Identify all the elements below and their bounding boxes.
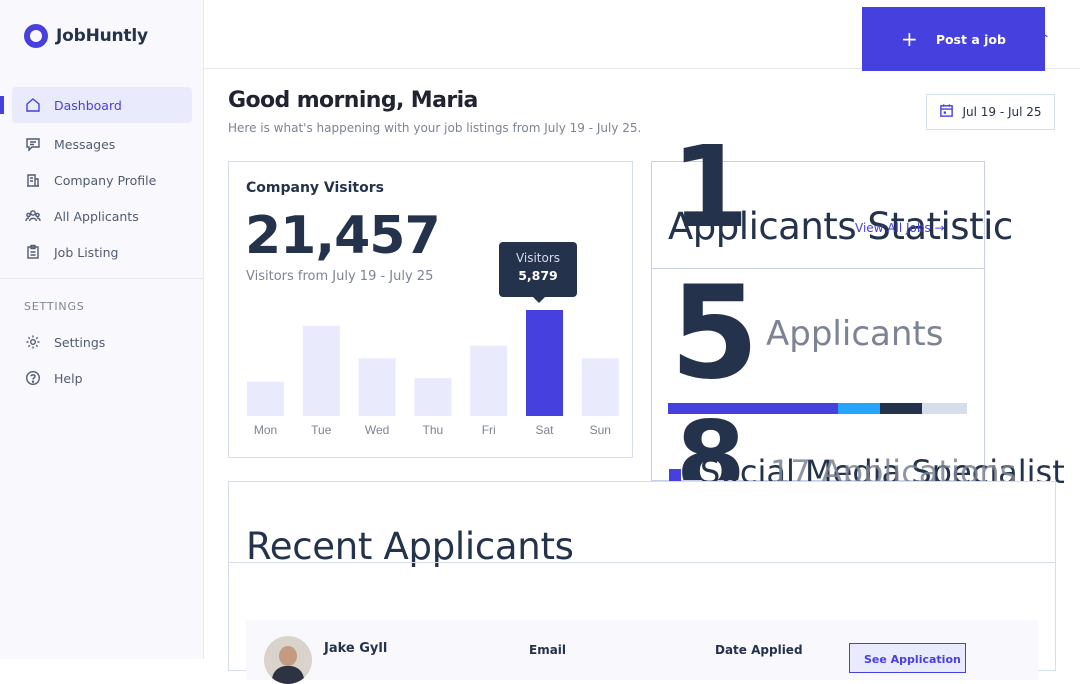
recent-divider <box>228 562 1056 563</box>
tick-label-thu: Thu <box>423 423 444 437</box>
job-category-count: 17 Applications <box>770 453 1017 483</box>
date-applied-column-label: Date Applied <box>715 643 803 657</box>
notification-icon[interactable]: ⌁ <box>1040 28 1048 44</box>
sidebar-item-label: Company Profile <box>54 172 157 188</box>
view-all-jobs-label: View All Jobs <box>855 221 931 235</box>
sidebar-item-company-profile[interactable]: Company Profile <box>12 162 192 198</box>
clipboard-icon <box>24 243 42 261</box>
chart-tooltip: Visitors 5,879 <box>499 242 577 303</box>
tick-label-fri: Fri <box>482 423 496 437</box>
sidebar-item-settings[interactable]: Settings <box>12 324 192 360</box>
calendar-icon <box>939 103 954 121</box>
brand-name: JobHuntly <box>56 26 148 46</box>
progress-segment-2 <box>880 403 923 414</box>
sidebar-item-label: Help <box>54 370 83 386</box>
gear-icon <box>24 333 42 351</box>
brand-logo <box>24 24 48 48</box>
progress-segment-1 <box>838 403 881 414</box>
applicants-count-label: Applicants <box>766 314 944 354</box>
bar-fri[interactable] <box>470 345 508 416</box>
bar-sat[interactable] <box>526 310 563 416</box>
see-application-button[interactable]: See Application <box>849 643 966 673</box>
sidebar-divider <box>0 278 203 279</box>
tick-label-tue: Tue <box>311 423 332 437</box>
users-icon <box>24 207 42 225</box>
help-icon <box>24 369 42 387</box>
applicants-count: 5 <box>670 259 760 408</box>
tick-label-sat: Sat <box>535 423 554 437</box>
visitors-bar-chart: Mon Tue Wed Thu Fri Sat Sun <box>247 310 619 437</box>
date-range-picker[interactable]: Jul 19 - Jul 25 <box>926 94 1055 130</box>
applicant-name: Jake Gyll <box>324 641 388 656</box>
view-all-jobs-link[interactable]: View All Jobs → <box>855 221 945 235</box>
sidebar-item-label: Messages <box>54 136 116 152</box>
sidebar-item-dashboard[interactable]: Dashboard <box>12 87 192 123</box>
building-icon <box>24 171 42 189</box>
email-column-label: Email <box>529 643 567 657</box>
legend-swatch <box>669 469 681 481</box>
bar-thu[interactable] <box>414 378 452 416</box>
avatar <box>264 636 312 684</box>
stats-title: Applicants Statistic <box>668 205 1013 248</box>
tooltip-value: 5,879 <box>518 268 558 283</box>
company-visitors-card: Company Visitors 21,457 Visitors from Ju… <box>228 161 633 458</box>
sidebar-item-help[interactable]: Help <box>12 360 192 396</box>
home-icon <box>24 96 42 114</box>
sidebar-item-label: All Applicants <box>54 208 139 224</box>
tick-label-wed: Wed <box>365 423 389 437</box>
sidebar-item-label: Settings <box>54 334 106 350</box>
tooltip-label: Visitors <box>515 251 561 265</box>
bar-wed[interactable] <box>358 358 396 416</box>
plus-icon: + <box>901 27 918 51</box>
active-indicator <box>0 96 4 114</box>
date-range-label: Jul 19 - Jul 25 <box>962 105 1042 119</box>
page-greeting: Good morning, Maria <box>228 88 478 113</box>
page-subtitle: Here is what's happening with your job l… <box>228 121 642 135</box>
tick-label-sun: Sun <box>590 423 611 437</box>
progress-segment-3 <box>922 403 967 414</box>
bar-mon[interactable] <box>247 381 284 416</box>
post-job-button[interactable]: + Post a job <box>862 7 1045 71</box>
message-icon <box>24 135 42 153</box>
bar-tue[interactable] <box>302 325 340 416</box>
post-job-label: Post a job <box>935 31 1006 47</box>
sidebar-item-label: Dashboard <box>54 97 122 113</box>
brand[interactable]: JobHuntly <box>24 24 148 48</box>
sidebar-item-job-listing[interactable]: Job Listing <box>12 234 192 270</box>
arrow-right-icon: → <box>934 221 945 235</box>
tick-label-mon: Mon <box>254 423 277 437</box>
sidebar-item-messages[interactable]: Messages <box>12 126 192 162</box>
sidebar-item-label: Job Listing <box>54 244 119 260</box>
settings-section-title: SETTINGS <box>24 300 85 313</box>
bar-sun[interactable] <box>581 358 619 416</box>
sidebar-item-all-applicants[interactable]: All Applicants <box>12 198 192 234</box>
